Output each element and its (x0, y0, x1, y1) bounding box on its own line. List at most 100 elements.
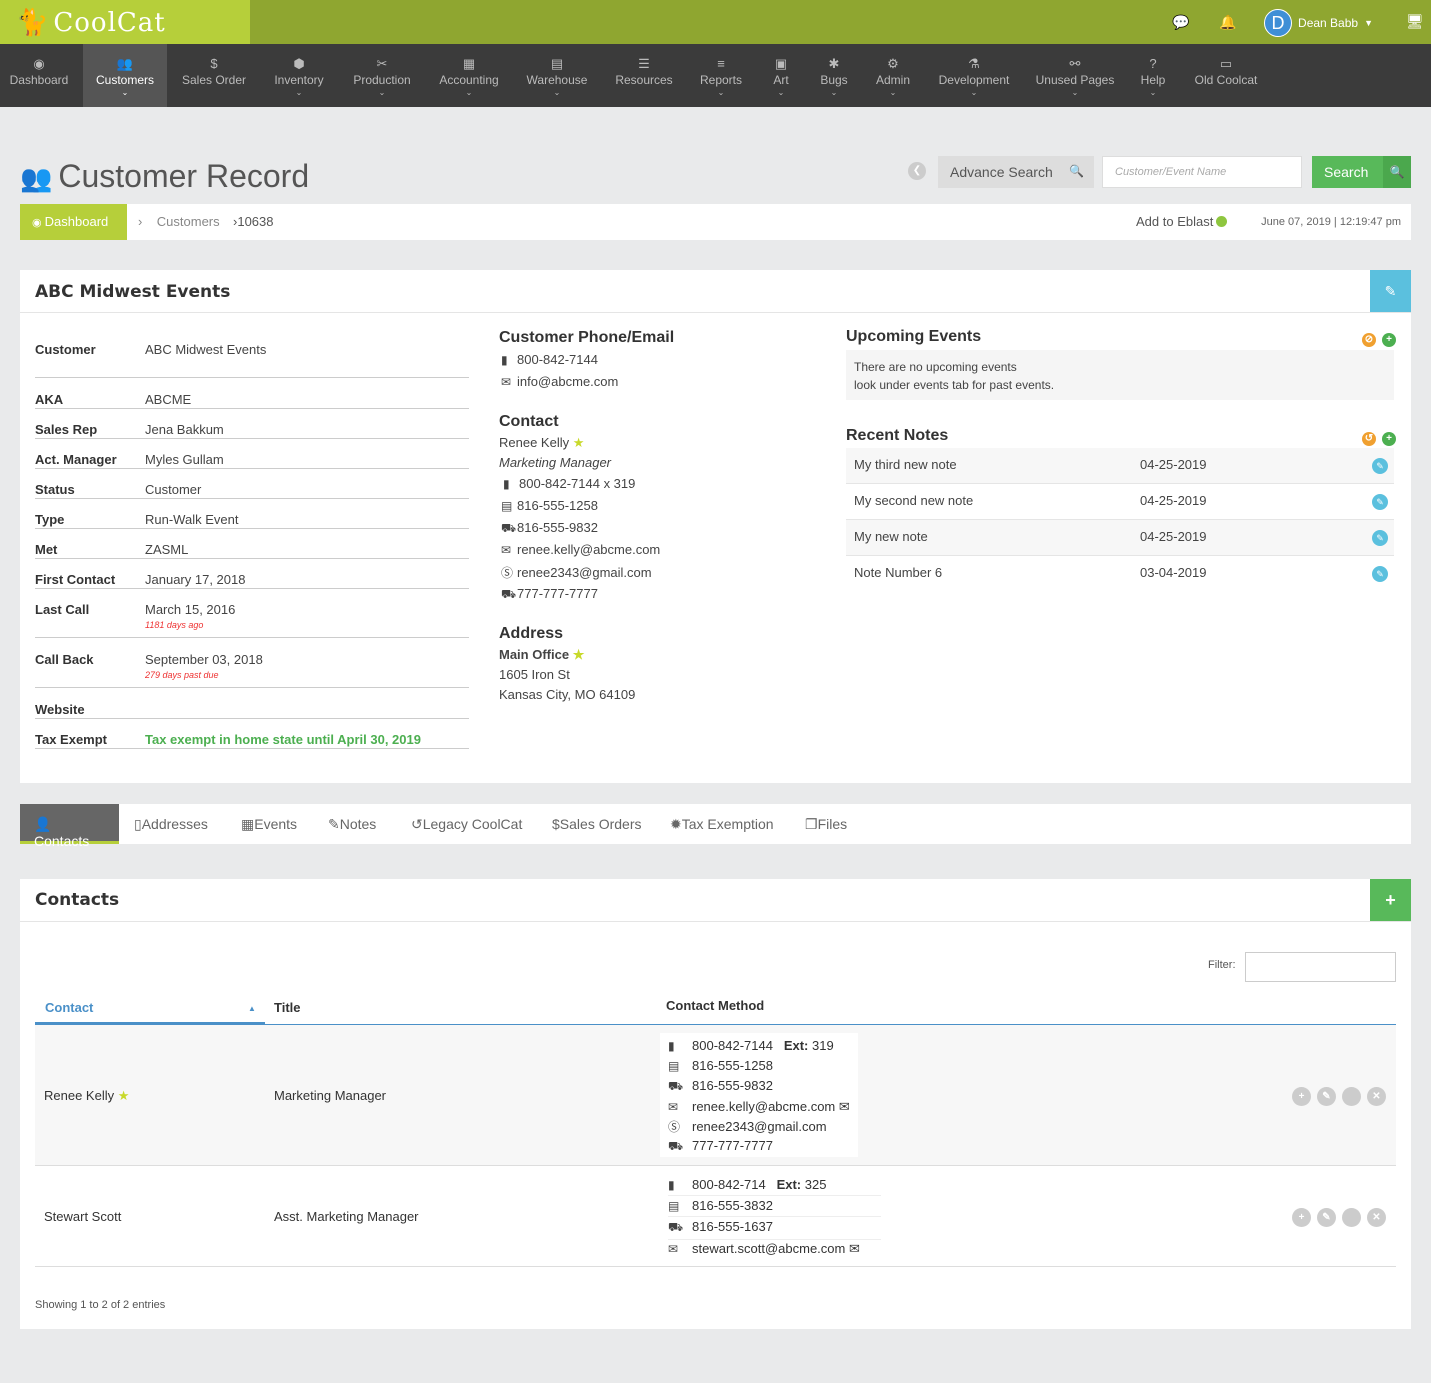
contact-method-fax[interactable]: ▤ 816-555-1258 (668, 1058, 773, 1073)
page-title: 👥 Customer Record (20, 158, 310, 194)
column-header-title[interactable]: Title (274, 1000, 301, 1015)
contact-method-office[interactable]: ▮ 800-842-7144 x 319 (503, 476, 635, 491)
customer-card: ABC Midwest Events ✎ Customer ABC Midwest… (20, 270, 1411, 783)
search-icon: 🔍 (1383, 156, 1411, 188)
edit-note-pencil-icon[interactable]: ✎ (1372, 494, 1388, 510)
contact-method-mobile[interactable]: ⛟816-555-9832 (668, 1078, 773, 1095)
chevron-down-icon: ⌄ (295, 88, 303, 97)
unlink-icon: ⚯ (1069, 56, 1081, 71)
nav-unused-pages[interactable]: ⚯ Unused Pages ⌄ (1032, 44, 1118, 107)
contact-method-fax[interactable]: ▤ 816-555-3832 (668, 1198, 881, 1217)
breadcrumb-customers[interactable]: › Customers (138, 214, 220, 229)
add-to-eblast-toggle[interactable]: Add to Eblast (1136, 214, 1228, 229)
advanced-search-button[interactable]: Advance Search 🔍 (938, 156, 1094, 188)
field-call-back: Call Back September 03, 2018 279 days past… (35, 652, 469, 688)
note-row: My second new note 04-25-2019 ✎ (846, 484, 1394, 520)
nav-help[interactable]: ? Help ⌄ (1134, 44, 1172, 107)
add-icon[interactable]: + (1292, 1208, 1311, 1227)
tab-tax-exemption[interactable]: ✹Tax Exemption (670, 804, 774, 844)
nav-old-coolcat[interactable]: ▭ Old Coolcat (1190, 44, 1262, 107)
nav-resources[interactable]: ☰ Resources (610, 44, 678, 107)
search-input[interactable]: Customer/Event Name (1102, 156, 1302, 188)
tab-sales-orders[interactable]: $Sales Orders (552, 804, 642, 844)
close-icon[interactable]: ✕ (1367, 1208, 1386, 1227)
add-event-icon[interactable]: + (1382, 333, 1396, 347)
contact-method-office[interactable]: ▮ 800-842-7144 Ext: 319 (668, 1038, 834, 1053)
contact-method-car[interactable]: ⛟777-777-7777 (501, 586, 598, 603)
chevron-down-icon: ⌄ (777, 88, 785, 97)
contact-method-skype[interactable]: Ⓢrenee2343@gmail.com (668, 1118, 827, 1135)
bell-icon[interactable]: 🔔 (1219, 14, 1236, 31)
customer-phone[interactable]: ▮ 800-842-7144 (501, 352, 598, 367)
star-icon: ★ (572, 647, 585, 662)
contact-method-mobile[interactable]: ⛟ 816-555-1637 (668, 1219, 881, 1240)
search-button[interactable]: Search 🔍 (1312, 156, 1411, 188)
nav-dashboard[interactable]: ◉ Dashboard (0, 44, 78, 107)
note-row: Note Number 6 03-04-2019 ✎ (846, 556, 1394, 592)
user-menu[interactable]: D Dean Babb ▼ (1264, 9, 1373, 37)
contact-method-car[interactable]: ⛟777-777-7777 (668, 1138, 773, 1155)
wrench-icon: ⚙ (887, 56, 899, 71)
contact-method-fax[interactable]: ▤ 816-555-1258 (501, 498, 598, 513)
circle-icon[interactable] (1342, 1087, 1361, 1106)
cubes-icon: ⬢ (293, 56, 305, 71)
tab-files[interactable]: ❐Files (805, 804, 847, 844)
chat-icon[interactable]: 💬 (1172, 14, 1189, 31)
tab-events[interactable]: ▦Events (241, 804, 297, 844)
monitor-icon[interactable]: 🖥 (1406, 13, 1424, 30)
contacts-card: Contacts + Filter: Contact ▲ Title Conta… (20, 879, 1411, 1329)
contact-method-office[interactable]: ▮ 800-842-714 Ext: 325 (668, 1177, 881, 1196)
edit-note-pencil-icon[interactable]: ✎ (1372, 458, 1388, 474)
contact-name-cell: Stewart Scott (44, 1209, 122, 1224)
link-icon[interactable]: ⊘ (1362, 333, 1376, 347)
contact-method-skype[interactable]: Ⓢrenee2343@gmail.com (501, 564, 652, 581)
nav-inventory[interactable]: ⬢ Inventory ⌄ (266, 44, 332, 107)
nav-admin[interactable]: ⚙ Admin ⌄ (868, 44, 918, 107)
upcoming-events-panel: There are no upcoming events look under … (846, 350, 1394, 400)
edit-note-pencil-icon[interactable]: ✎ (1372, 530, 1388, 546)
tab-legacy-coolcat[interactable]: ↺Legacy CoolCat (411, 804, 522, 844)
filter-input[interactable] (1245, 952, 1396, 982)
window-icon: ▭ (1219, 56, 1233, 71)
circle-icon[interactable] (1342, 1208, 1361, 1227)
edit-note-pencil-icon[interactable]: ✎ (1372, 566, 1388, 582)
history-icon[interactable]: ↺ (1362, 432, 1376, 446)
pencil-icon[interactable]: ✎ (1317, 1208, 1336, 1227)
nav-art[interactable]: ▣ Art ⌄ (764, 44, 798, 107)
nav-accounting[interactable]: ▦ Accounting ⌄ (434, 44, 504, 107)
edit-icon: ✎ (328, 816, 340, 832)
tab-contacts[interactable]: 👤Contacts (20, 804, 119, 849)
pencil-icon[interactable]: ✎ (1317, 1087, 1336, 1106)
contact-method-email[interactable]: ✉ renee.kelly@abcme.com (501, 542, 660, 557)
car-icon: ⛟ (668, 1079, 684, 1093)
customer-email[interactable]: ✉ info@abcme.com (501, 374, 618, 389)
close-icon[interactable]: ✕ (1367, 1087, 1386, 1106)
phone-email-heading: Customer Phone/Email (499, 329, 675, 346)
nav-warehouse[interactable]: ▤ Warehouse ⌄ (522, 44, 592, 107)
back-icon[interactable]: ❮ (908, 162, 926, 180)
contact-method-mobile[interactable]: ⛟816-555-9832 (501, 520, 598, 537)
nav-bugs[interactable]: ✱ Bugs ⌄ (814, 44, 854, 107)
breadcrumb-dashboard[interactable]: ◉ Dashboard (20, 204, 127, 240)
add-contact-button[interactable]: + (1370, 879, 1411, 921)
tab-addresses[interactable]: ▯Addresses (134, 804, 208, 844)
nav-customers[interactable]: 👥 Customers ⌄ (83, 44, 167, 107)
nav-production[interactable]: ✂ Production ⌄ (346, 44, 418, 107)
add-icon[interactable]: + (1292, 1087, 1311, 1106)
nav-sales-order[interactable]: $ Sales Order (178, 44, 250, 107)
files-icon: ❐ (805, 816, 818, 832)
record-tabs: 👤Contacts ▯Addresses ▦Events ✎Notes ↺Leg… (20, 804, 1411, 849)
contact-method-email[interactable]: ✉ stewart.scott@abcme.com ✉ (668, 1241, 881, 1257)
send-email-icon[interactable]: ✉ (839, 1099, 850, 1114)
edit-customer-button[interactable]: ✎ (1370, 270, 1411, 312)
nav-development[interactable]: ⚗ Development ⌄ (932, 44, 1016, 107)
tab-notes[interactable]: ✎Notes (328, 804, 376, 844)
plus-icon: + (1385, 890, 1396, 910)
contact-method-email[interactable]: ✉ renee.kelly@abcme.com ✉ (668, 1099, 850, 1115)
field-website: Website (35, 702, 469, 719)
send-email-icon[interactable]: ✉ (849, 1241, 860, 1256)
add-note-icon[interactable]: + (1382, 432, 1396, 446)
nav-reports[interactable]: ≡ Reports ⌄ (694, 44, 748, 107)
app-logo[interactable]: 🐈 CoolCat (0, 0, 250, 44)
column-header-contact[interactable]: Contact (45, 1000, 93, 1015)
